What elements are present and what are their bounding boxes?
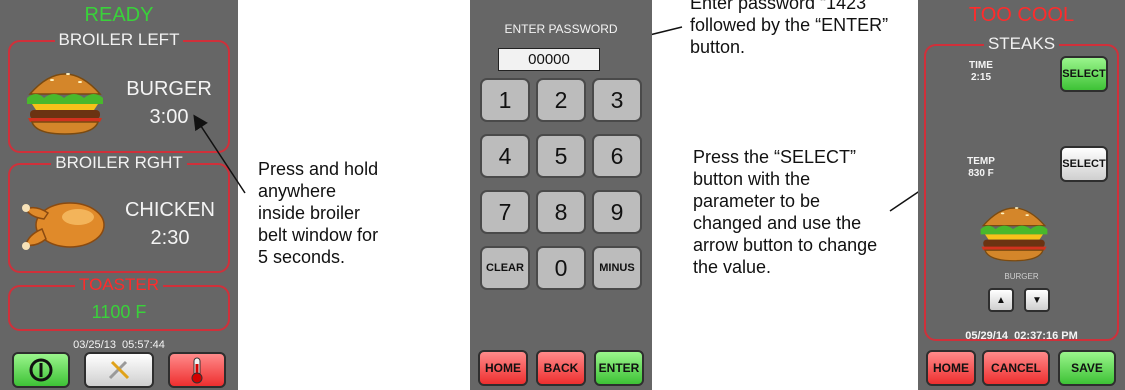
annotation-note-3: Press the “SELECT” button with the param… [693,147,878,277]
temp-label: TEMP [967,156,995,167]
burger-icon [980,207,1048,262]
product-title: STEAKS [983,34,1060,53]
key-9[interactable]: 9 [592,190,642,234]
select-temp-button[interactable]: SELECT [1060,146,1108,182]
key-7[interactable]: 7 [480,190,530,234]
annotation-note-1: Press and hold anywhere inside broiler b… [258,159,379,267]
arrow-up-icon: ▲ [996,294,1006,306]
arrow-up-button[interactable]: ▲ [988,288,1014,312]
key-1[interactable]: 1 [480,78,530,122]
key-clear[interactable]: CLEAR [480,246,530,290]
password-title: ENTER PASSWORD [504,22,618,36]
key-2[interactable]: 2 [536,78,586,122]
enter-button[interactable]: ENTER [594,350,644,386]
settings-datetime: 05/29/14 02:37:16 PM [965,330,1078,342]
password-input[interactable]: 00000 [498,48,600,71]
select-time-button[interactable]: SELECT [1060,56,1108,92]
home-button[interactable]: HOME [926,350,976,386]
cancel-button[interactable]: CANCEL [982,350,1050,386]
status-alert: TOO COOL [968,4,1075,26]
arrow-down-button[interactable]: ▼ [1024,288,1050,312]
annotation-note-2: Enter password “1423” followed by the “E… [690,0,889,57]
key-6[interactable]: 6 [592,134,642,178]
password-screen: ENTER PASSWORD 00000 1 2 3 4 5 6 7 8 9 C… [470,0,652,390]
settings-window: STEAKS TIME 2:15 SELECT TEMP 830 F SELEC… [924,34,1119,341]
key-0[interactable]: 0 [536,246,586,290]
temp-value: 830 F [968,168,994,179]
back-button[interactable]: BACK [536,350,586,386]
key-3[interactable]: 3 [592,78,642,122]
product-settings-screen: TOO COOL STEAKS TIME 2:15 SELECT TEMP 83… [918,0,1125,390]
key-5[interactable]: 5 [536,134,586,178]
time-value: 2:15 [970,72,991,83]
key-8[interactable]: 8 [536,190,586,234]
time-label: TIME [969,60,993,71]
key-minus[interactable]: MINUS [592,246,642,290]
arrow-down-icon: ▼ [1032,294,1042,306]
key-4[interactable]: 4 [480,134,530,178]
home-button[interactable]: HOME [478,350,528,386]
save-button[interactable]: SAVE [1058,350,1116,386]
product-name: BURGER [1004,272,1039,281]
